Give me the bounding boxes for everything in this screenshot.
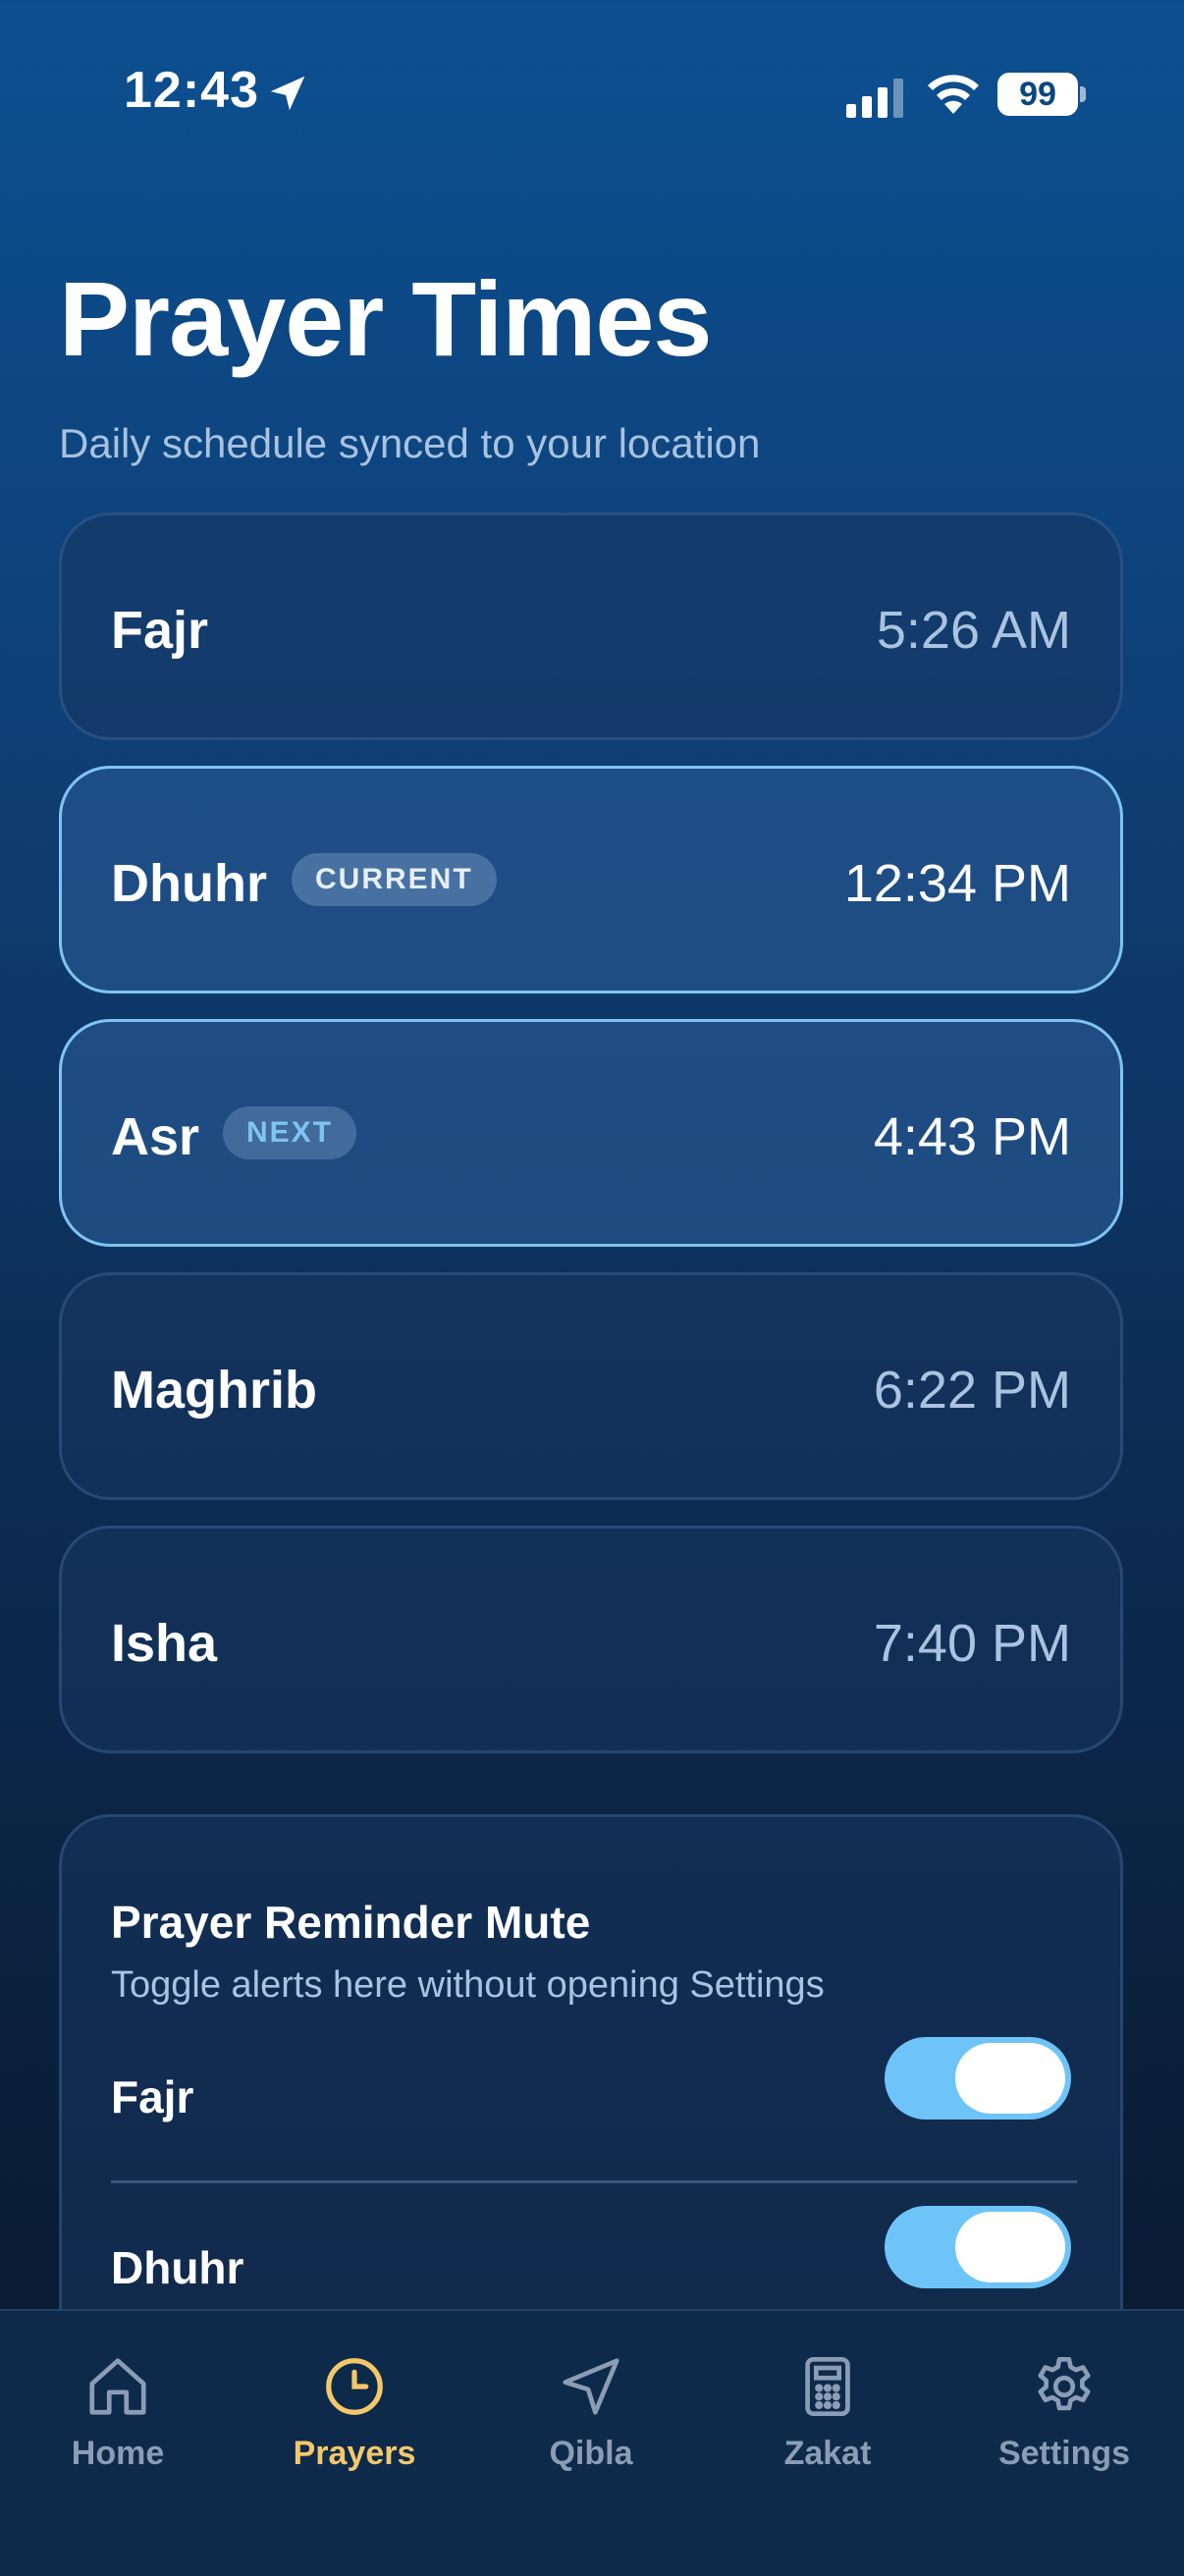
prayer-card-dhuhr[interactable]: Dhuhr CURRENT 12:34 PM [59, 766, 1123, 993]
prayer-time: 4:43 PM [873, 1107, 1071, 1166]
tab-home[interactable]: Home [0, 2352, 236, 2473]
tab-label: Zakat [783, 2435, 872, 2472]
next-badge: NEXT [223, 1106, 357, 1159]
navigation-arrow-icon [563, 2358, 619, 2415]
prayer-name: Dhuhr [111, 854, 267, 913]
prayer-time: 6:22 PM [873, 1361, 1071, 1420]
tab-label: Home [71, 2435, 165, 2472]
tab-prayers[interactable]: Prayers [237, 2352, 472, 2473]
tab-settings[interactable]: Settings [946, 2352, 1182, 2473]
tab-label: Qibla [549, 2435, 633, 2472]
dhuhr-reminder-toggle[interactable] [885, 2206, 1071, 2288]
tab-zakat[interactable]: Zakat [710, 2352, 945, 2473]
page-subtitle: Daily schedule synced to your location [59, 420, 761, 466]
gear-icon [1038, 2356, 1091, 2411]
prayer-card-asr[interactable]: Asr NEXT 4:43 PM [59, 1019, 1123, 1247]
calculator-icon [805, 2356, 850, 2417]
location-arrow-icon [270, 76, 305, 111]
current-badge: CURRENT [292, 853, 497, 906]
prayer-time: 12:34 PM [843, 854, 1071, 913]
divider [111, 2180, 1077, 2183]
wifi-icon [928, 75, 979, 114]
status-time: 12:43 [124, 62, 259, 119]
prayer-name: Asr [111, 1107, 200, 1166]
battery-level: 99 [1019, 76, 1056, 113]
tab-qibla[interactable]: Qibla [473, 2352, 709, 2473]
battery-icon: 99 [997, 73, 1086, 116]
prayer-time: 7:40 PM [873, 1614, 1071, 1673]
house-icon [89, 2358, 146, 2415]
mute-row-label-fajr: Fajr [111, 2071, 194, 2122]
prayer-name: Maghrib [111, 1361, 317, 1420]
reminder-mute-subtitle: Toggle alerts here without opening Setti… [111, 1964, 825, 2006]
prayer-name: Fajr [111, 601, 209, 660]
status-bar: 12:43 99 [0, 0, 1184, 196]
fajr-reminder-toggle[interactable] [885, 2037, 1071, 2120]
tab-label: Settings [997, 2435, 1131, 2472]
prayer-card-isha[interactable]: Isha 7:40 PM [59, 1526, 1123, 1753]
reminder-mute-title: Prayer Reminder Mute [111, 1897, 591, 1948]
toggle-knob [955, 2043, 1065, 2114]
tab-label: Prayers [293, 2435, 416, 2472]
cellular-signal-icon [846, 79, 903, 118]
prayer-time: 5:26 AM [876, 601, 1071, 660]
mute-row-label-dhuhr: Dhuhr [111, 2242, 244, 2293]
clock-icon [326, 2358, 383, 2415]
page-title: Prayer Times [59, 259, 712, 378]
reminder-mute-card: Prayer Reminder Mute Toggle alerts here … [59, 1814, 1123, 2364]
prayer-name: Isha [111, 1614, 218, 1673]
prayer-card-fajr[interactable]: Fajr 5:26 AM [59, 512, 1123, 740]
toggle-knob [955, 2212, 1065, 2282]
prayer-card-maghrib[interactable]: Maghrib 6:22 PM [59, 1272, 1123, 1500]
tab-bar: Home Prayers Qibla Zakat Settings [0, 2309, 1184, 2576]
